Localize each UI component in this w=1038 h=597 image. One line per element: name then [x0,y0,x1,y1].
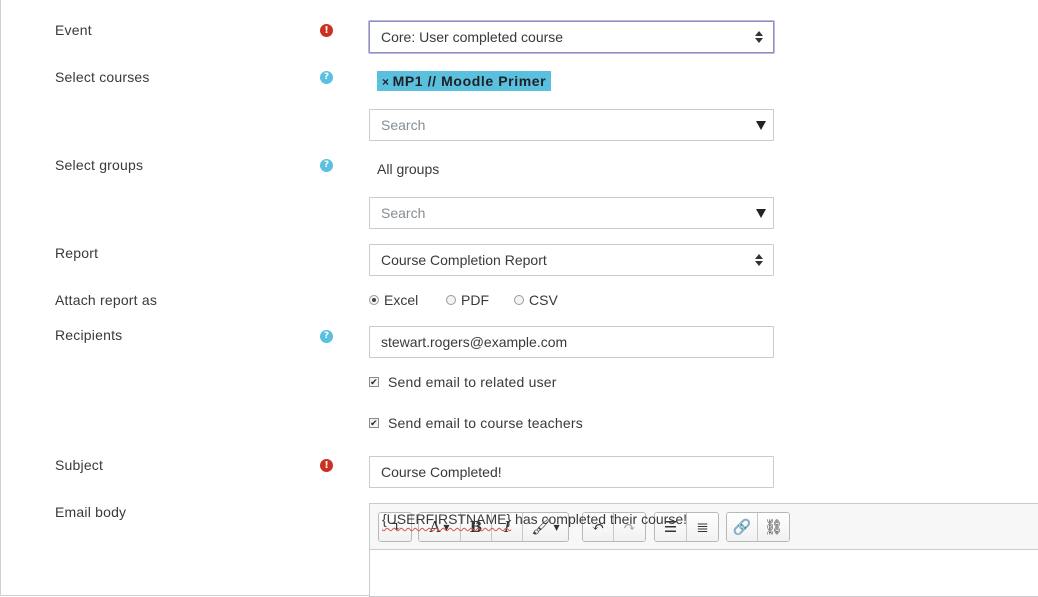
ordered-list-icon[interactable]: ≣ [687,513,718,541]
email-body-content[interactable]: {USERFIRSTNAME} has completed their cour… [382,511,687,527]
report-select[interactable]: Course Completion Report [369,244,774,276]
radio-csv[interactable]: CSV [514,292,558,308]
select-groups-label: Select groups [55,157,144,173]
groups-search-input[interactable]: Search [369,197,774,229]
help-icon-courses[interactable]: ? [320,71,333,84]
subject-label: Subject [55,457,104,473]
subject-input-value: Course Completed! [381,464,502,480]
remove-tag-icon[interactable]: × [382,75,390,89]
event-select-value: Core: User completed course [381,29,564,45]
select-courses-label: Select courses [55,69,150,85]
required-icon: ! [320,459,333,472]
radio-csv-label: CSV [529,292,558,308]
course-tag-label: MP1 // Moodle Primer [392,73,547,89]
required-icon: ! [320,24,333,37]
radio-checked-icon[interactable] [369,295,379,305]
radio-pdf-label: PDF [461,292,489,308]
email-body-rest: has completed their course! [511,511,688,527]
radio-excel[interactable]: Excel [369,292,418,308]
help-icon-recipients[interactable]: ? [320,330,333,343]
dropdown-arrow-icon[interactable] [756,121,766,130]
courses-search-placeholder: Search [381,117,426,133]
recipients-input-value: stewart.rogers@example.com [381,334,568,350]
email-body-label: Email body [55,504,127,520]
selected-course-tag[interactable]: × MP1 // Moodle Primer [377,71,552,91]
select-arrows-icon [755,30,763,44]
send-course-teachers-label: Send email to course teachers [388,415,583,431]
link-icon[interactable]: 🔗 [727,513,758,541]
toolbar-group-links: 🔗 ⛓ [726,512,790,542]
send-related-user-checkbox[interactable]: ✔ Send email to related user [369,374,557,390]
event-select[interactable]: Core: User completed course [369,21,774,53]
recipients-input[interactable]: stewart.rogers@example.com [369,326,774,358]
radio-unchecked-icon[interactable] [514,295,524,305]
courses-search-input[interactable]: Search [369,109,774,141]
help-icon-groups[interactable]: ? [320,159,333,172]
send-course-teachers-checkbox[interactable]: ✔ Send email to course teachers [369,415,583,431]
groups-search-placeholder: Search [381,205,426,221]
radio-pdf[interactable]: PDF [446,292,489,308]
subject-input[interactable]: Course Completed! [369,456,774,488]
radio-excel-label: Excel [384,292,419,308]
event-label: Event [55,22,92,38]
report-label: Report [55,245,99,261]
checkbox-checked-icon[interactable]: ✔ [369,418,379,428]
unlink-icon[interactable]: ⛓ [758,513,789,541]
attach-report-label: Attach report as [55,292,158,308]
dropdown-arrow-icon[interactable] [756,209,766,218]
select-arrows-icon [755,253,763,267]
report-select-value: Course Completion Report [381,252,547,268]
radio-unchecked-icon[interactable] [446,295,456,305]
groups-value: All groups [377,161,440,177]
recipients-label: Recipients [55,327,123,343]
send-related-user-label: Send email to related user [388,374,557,390]
checkbox-checked-icon[interactable]: ✔ [369,377,379,387]
placeholder-token: {USERFIRSTNAME} [382,511,512,527]
email-body-editor[interactable]: ↴ A ▼ B I 🖌 ▼ ↶ ↷ ☰ ≣ 🔗 ⛓ {USERFIRSTNAME} … [369,503,1038,597]
